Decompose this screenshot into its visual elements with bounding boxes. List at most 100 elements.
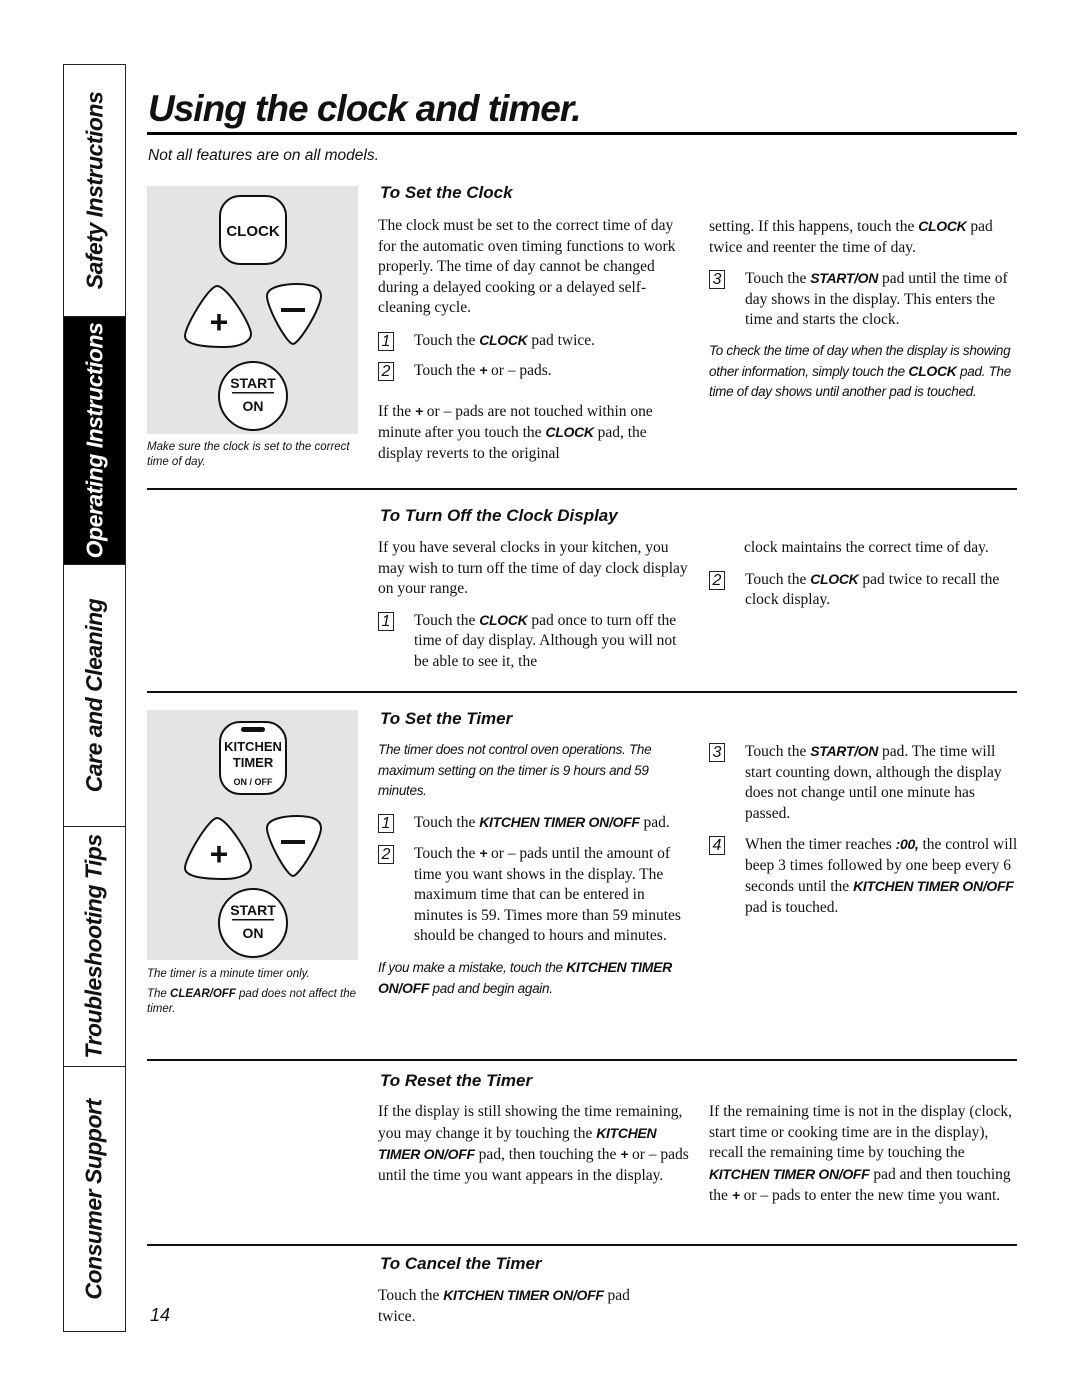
set-timer-step-3: 3 Touch the START/ON pad. The time will … bbox=[709, 741, 1021, 824]
tab-troubleshooting-tips[interactable]: Troubleshooting Tips bbox=[64, 827, 125, 1067]
start-label: START bbox=[230, 902, 276, 918]
step-text: pad is touched. bbox=[745, 898, 839, 916]
tab-label: Consumer Support bbox=[81, 1098, 107, 1300]
set-clock-col2: setting. If this happens, touch the CLOC… bbox=[709, 216, 1021, 402]
text: or – pads to enter the new time you want… bbox=[739, 1187, 1001, 1204]
page-title: Using the clock and timer. bbox=[148, 88, 582, 129]
set-clock-col1: The clock must be set to the correct tim… bbox=[378, 216, 690, 464]
step-number: 2 bbox=[709, 570, 725, 590]
set-clock-note: To check the time of day when the displa… bbox=[709, 341, 1021, 402]
tab-consumer-support[interactable]: Consumer Support bbox=[64, 1067, 125, 1331]
timer-panel-caption: The timer is a minute timer only. The CL… bbox=[147, 967, 358, 1022]
step-text: Touch the bbox=[414, 611, 480, 629]
plus-pad-label: + bbox=[210, 836, 229, 872]
set-clock-warning-cont: setting. If this happens, touch the CLOC… bbox=[709, 216, 1021, 258]
step-text: Touch the bbox=[414, 813, 480, 831]
keyword: :00, bbox=[895, 836, 919, 852]
step-number: 1 bbox=[378, 611, 394, 631]
keyword: CLEAR/OFF bbox=[170, 988, 236, 1000]
minus-pad bbox=[265, 814, 323, 878]
set-clock-step-2: 2 Touch the + or – pads. bbox=[378, 360, 690, 382]
step-text: pad. bbox=[639, 813, 670, 831]
set-timer-note: The timer does not control oven operatio… bbox=[378, 742, 652, 798]
section-divider bbox=[147, 1059, 1017, 1061]
keyword: START/ON bbox=[810, 743, 879, 759]
clock-pad: CLOCK bbox=[219, 195, 287, 265]
keyword: KITCHEN TIMER ON/OFF bbox=[709, 1165, 870, 1182]
tab-care-and-cleaning[interactable]: Care and Cleaning bbox=[64, 565, 125, 827]
keyword: CLOCK bbox=[479, 331, 528, 348]
set-timer-col1: The timer does not control oven operatio… bbox=[378, 740, 690, 999]
section-divider bbox=[147, 691, 1017, 693]
on-label: ON bbox=[243, 925, 264, 941]
set-timer-col2: 3 Touch the START/ON pad. The time will … bbox=[709, 732, 1021, 918]
keyword: START/ON bbox=[810, 270, 879, 286]
page-subtitle: Not all features are on all models. bbox=[148, 147, 379, 164]
step-number: 3 bbox=[709, 270, 725, 289]
set-timer-mistake-note: If you make a mistake, touch the KITCHEN… bbox=[378, 957, 690, 999]
heading-turn-off-display: To Turn Off the Clock Display bbox=[380, 506, 618, 525]
clock-control-panel: CLOCK + START ON bbox=[147, 186, 358, 434]
title-divider bbox=[147, 132, 1017, 135]
tab-safety-instructions[interactable]: Safety Instructions bbox=[64, 65, 125, 317]
start-on-pad: START ON bbox=[218, 888, 288, 958]
step-number: 4 bbox=[709, 836, 725, 855]
start-on-pad: START ON bbox=[218, 361, 288, 431]
set-clock-step-3: 3 Touch the START/ON pad until the time … bbox=[709, 268, 1021, 331]
onoff-label: ON / OFF bbox=[234, 777, 273, 787]
keyword: KITCHEN TIMER ON/OFF bbox=[853, 878, 1014, 894]
tab-operating-instructions[interactable]: Operating Instructions bbox=[64, 317, 125, 565]
keyword: CLOCK bbox=[908, 362, 957, 379]
page-number: 14 bbox=[150, 1305, 171, 1325]
text: The bbox=[147, 988, 171, 1000]
keyword: + bbox=[620, 1146, 629, 1162]
keyword: CLOCK bbox=[479, 611, 528, 628]
step-text: pad twice. bbox=[527, 331, 596, 349]
set-clock-intro: The clock must be set to the correct tim… bbox=[378, 217, 676, 316]
turn-off-step-1: 1 Touch the CLOCK pad once to turn off t… bbox=[378, 610, 690, 673]
plus-pad: + bbox=[183, 816, 253, 881]
tab-label: Operating Instructions bbox=[81, 322, 108, 559]
text: pad, then touching the bbox=[474, 1146, 621, 1163]
text: setting. If this happens, touch the bbox=[709, 218, 919, 235]
reset-timer-text-1: If the display is still showing the time… bbox=[378, 1102, 690, 1186]
step-text: When the timer reaches bbox=[745, 836, 896, 853]
on-label: ON bbox=[243, 398, 264, 414]
step-text: Touch the bbox=[414, 362, 480, 379]
section-divider bbox=[147, 1244, 1017, 1246]
text: If the bbox=[378, 402, 416, 420]
keyword: KITCHEN TIMER ON/OFF bbox=[479, 813, 640, 830]
reset-timer-col2: If the remaining time is not in the disp… bbox=[709, 1102, 1021, 1207]
keyword: CLOCK bbox=[545, 424, 594, 440]
tab-label: Care and Cleaning bbox=[81, 598, 107, 793]
set-timer-step-2: 2 Touch the + or – pads until the amount… bbox=[378, 843, 690, 947]
text: If the remaining time is not in the disp… bbox=[709, 1103, 1013, 1161]
set-clock-warning: If the + or – pads are not touched withi… bbox=[378, 401, 690, 465]
heading-reset-timer: To Reset the Timer bbox=[380, 1071, 533, 1090]
plus-pad: + bbox=[183, 284, 253, 349]
text: Touch the bbox=[378, 1287, 444, 1304]
step-number: 1 bbox=[378, 331, 394, 351]
step-text: Touch the bbox=[745, 570, 811, 588]
step-text: Touch the bbox=[745, 743, 811, 760]
turn-off-col1: If you have several clocks in your kitch… bbox=[378, 538, 690, 672]
step-text: or – pads. bbox=[487, 362, 552, 379]
keyword: + bbox=[731, 1187, 740, 1203]
start-label: START bbox=[230, 375, 276, 391]
turn-off-step-2: 2 Touch the CLOCK pad twice to recall th… bbox=[709, 569, 1021, 611]
turn-off-col2: clock maintains the correct time of day.… bbox=[709, 538, 1021, 611]
tab-label: Safety Instructions bbox=[81, 91, 108, 290]
tab-label: Troubleshooting Tips bbox=[81, 834, 108, 1059]
text: pad and begin again. bbox=[429, 980, 553, 996]
minus-pad bbox=[265, 282, 323, 346]
set-clock-step-1: 1 Touch the CLOCK pad twice. bbox=[378, 330, 690, 352]
reset-timer-col1: If the display is still showing the time… bbox=[378, 1102, 690, 1186]
step-text: Touch the bbox=[414, 845, 480, 862]
keyword: CLOCK bbox=[810, 570, 859, 587]
step-number: 3 bbox=[709, 743, 725, 762]
clock-panel-caption: Make sure the clock is set to the correc… bbox=[147, 440, 358, 475]
step-number: 2 bbox=[378, 362, 394, 381]
step-text: Touch the bbox=[414, 331, 480, 349]
keyword: + bbox=[479, 362, 488, 378]
heading-set-timer: To Set the Timer bbox=[380, 709, 513, 728]
